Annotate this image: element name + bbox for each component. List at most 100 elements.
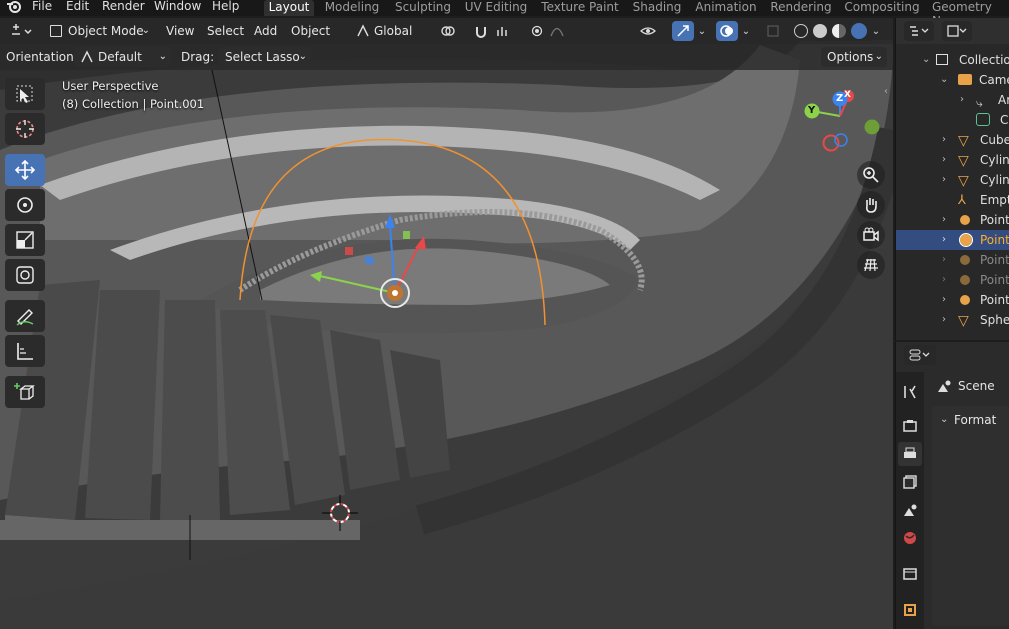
menu-edit[interactable]: Edit bbox=[66, 0, 89, 16]
add-cube-tool-button[interactable] bbox=[5, 376, 45, 408]
object-mode-dropdown[interactable]: Object Mode ⌄ bbox=[44, 21, 154, 41]
menu-file[interactable]: File bbox=[32, 0, 52, 16]
menu-help[interactable]: Help bbox=[212, 0, 239, 16]
outliner-row-camera-data[interactable]: Ca bbox=[896, 110, 1009, 130]
proportional-editing-icon[interactable] bbox=[526, 21, 548, 41]
outliner-row-empty[interactable]: ⅄ Empty bbox=[896, 190, 1009, 210]
tab-texture-paint[interactable]: Texture Paint bbox=[540, 0, 620, 16]
tab-layout[interactable]: Layout bbox=[264, 0, 314, 16]
gizmo-toggle-icon[interactable] bbox=[672, 21, 694, 41]
falloff-icon[interactable] bbox=[546, 21, 568, 41]
tab-modeling[interactable]: Modeling bbox=[322, 0, 382, 16]
visibility-eye-icon[interactable] bbox=[636, 21, 666, 41]
zoom-button[interactable] bbox=[857, 161, 885, 189]
cursor-tool-button[interactable] bbox=[5, 113, 45, 145]
mesh-triangle-icon: ▽ bbox=[958, 133, 969, 149]
shading-dropdown-icon[interactable]: ⌄ bbox=[868, 21, 884, 41]
outliner-row-point[interactable]: › Point bbox=[896, 210, 1009, 230]
outliner-row-cylinder-2[interactable]: › ▽ Cylinc bbox=[896, 170, 1009, 190]
snap-icon[interactable] bbox=[470, 21, 492, 41]
drag-label: Drag: bbox=[181, 50, 215, 64]
camera-view-button[interactable] bbox=[857, 221, 885, 249]
mesh-triangle-icon: ▽ bbox=[958, 173, 969, 189]
editor-type-icon[interactable] bbox=[6, 21, 38, 41]
expand-chevron-icon: › bbox=[942, 174, 946, 185]
scene-tab[interactable] bbox=[898, 498, 922, 522]
rendered-shading-icon[interactable] bbox=[850, 23, 867, 39]
format-panel-header[interactable]: ⌄ Format bbox=[932, 410, 1009, 430]
tab-compositing[interactable]: Compositing bbox=[842, 0, 922, 16]
outliner-row-point-002[interactable]: › Point. bbox=[896, 250, 1009, 270]
expand-chevron-icon: › bbox=[942, 254, 946, 265]
render-camera-icon bbox=[903, 420, 917, 432]
collection-box-icon bbox=[903, 568, 917, 580]
outliner-row-camera[interactable]: ⌄ Came bbox=[896, 70, 1009, 90]
gizmo-dropdown-icon[interactable]: ⌄ bbox=[694, 21, 710, 41]
tab-rendering[interactable]: Rendering bbox=[768, 0, 834, 16]
transform-tool-button[interactable] bbox=[5, 259, 45, 291]
scale-tool-button[interactable] bbox=[5, 224, 45, 256]
tool-tab[interactable] bbox=[898, 380, 922, 404]
viewport-header: Object Mode ⌄ View Select Add Object Glo… bbox=[0, 18, 893, 44]
view-menu[interactable]: View bbox=[166, 21, 194, 41]
ortho-toggle-button[interactable] bbox=[857, 251, 885, 279]
render-tab[interactable] bbox=[898, 414, 922, 438]
rotate-tool-button[interactable] bbox=[5, 189, 45, 221]
xray-toggle-icon[interactable] bbox=[762, 21, 784, 41]
world-tab[interactable] bbox=[898, 526, 922, 550]
select-menu[interactable]: Select bbox=[207, 21, 244, 41]
format-panel-title: Format bbox=[954, 413, 997, 427]
chevron-down-icon: ⌄ bbox=[697, 25, 707, 37]
overlays-dropdown-icon[interactable]: ⌄ bbox=[738, 21, 754, 41]
solid-shading-icon[interactable] bbox=[812, 24, 827, 38]
pivot-point-icon[interactable] bbox=[436, 21, 464, 41]
outliner-row-sphere[interactable]: › ▽ Spher bbox=[896, 310, 1009, 330]
output-tab[interactable] bbox=[898, 442, 922, 466]
outliner-row-cylinder-1[interactable]: › ▽ Cylinc bbox=[896, 150, 1009, 170]
outliner-row-collection[interactable]: ⌄ Collection bbox=[896, 50, 1009, 70]
sidebar-toggle-icon[interactable]: ‹ bbox=[884, 86, 888, 97]
chevron-down-icon: ⌄ bbox=[158, 51, 167, 62]
outliner-row-point-003[interactable]: › Point. bbox=[896, 270, 1009, 290]
outliner-row-label: Cylinc bbox=[980, 173, 1009, 187]
collection-tab[interactable] bbox=[898, 562, 922, 586]
outliner-row-label: Came bbox=[979, 73, 1009, 87]
outliner-row-point-004[interactable]: › Point. bbox=[896, 290, 1009, 310]
overlays-toggle-icon[interactable] bbox=[716, 21, 738, 41]
orientation-dropdown[interactable]: Default ⌄ bbox=[74, 47, 171, 67]
material-preview-icon[interactable] bbox=[831, 24, 846, 38]
outliner-row-armature[interactable]: › ⤷ Ar bbox=[896, 90, 1009, 110]
chevron-down-icon: ⌄ bbox=[741, 25, 751, 37]
drag-dropdown[interactable]: Select Lasso ⌄ bbox=[219, 47, 311, 67]
properties-editor: Scene ⌄ Format bbox=[895, 342, 1009, 629]
blender-logo-icon[interactable] bbox=[6, 0, 22, 14]
orientation-axes-icon bbox=[356, 24, 370, 44]
properties-editor-type-icon[interactable] bbox=[904, 345, 936, 365]
object-menu[interactable]: Object bbox=[291, 21, 330, 41]
orientation-value: Default bbox=[98, 50, 142, 64]
tab-geometry-nodes[interactable]: Geometry Noc bbox=[932, 0, 1009, 28]
move-tool-button[interactable] bbox=[5, 154, 45, 186]
outliner-row-point-001[interactable]: › Point. bbox=[896, 230, 1009, 250]
menu-render[interactable]: Render bbox=[102, 0, 145, 16]
outliner-row-cube[interactable]: › ▽ Cube bbox=[896, 130, 1009, 150]
menu-window[interactable]: Window bbox=[154, 0, 201, 16]
annotate-tool-button[interactable] bbox=[5, 300, 45, 332]
wireframe-shading-icon[interactable] bbox=[793, 24, 808, 38]
view-layer-tab[interactable] bbox=[898, 470, 922, 494]
snap-target-icon[interactable] bbox=[492, 21, 520, 41]
object-tab[interactable] bbox=[898, 598, 922, 622]
tab-sculpting[interactable]: Sculpting bbox=[392, 0, 454, 16]
tab-animation[interactable]: Animation bbox=[694, 0, 758, 16]
transform-orientation-dropdown[interactable]: Global bbox=[350, 21, 426, 41]
navigation-gizmo[interactable]: X Z Y bbox=[800, 86, 884, 156]
tab-shading[interactable]: Shading bbox=[630, 0, 684, 16]
options-dropdown[interactable]: Options ⌄ bbox=[821, 47, 887, 67]
measure-tool-button[interactable] bbox=[5, 335, 45, 367]
pan-button[interactable] bbox=[857, 191, 885, 219]
tab-uv-editing[interactable]: UV Editing bbox=[464, 0, 528, 16]
outliner-editor-type-icon[interactable] bbox=[904, 21, 934, 41]
display-mode-icon[interactable] bbox=[942, 21, 972, 41]
add-menu[interactable]: Add bbox=[254, 21, 277, 41]
select-tool-button[interactable] bbox=[5, 78, 45, 110]
